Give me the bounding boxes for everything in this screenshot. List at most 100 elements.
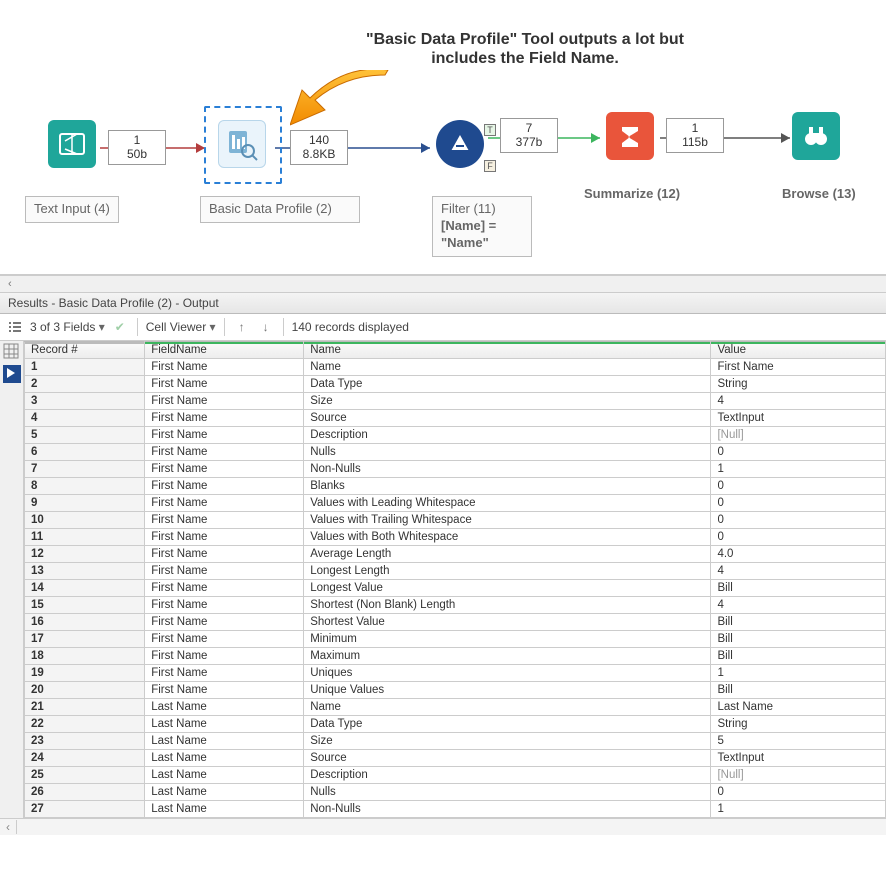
cell-fieldname[interactable]: First Name xyxy=(145,665,304,682)
table-row[interactable]: 21Last NameNameLast Name xyxy=(25,699,886,716)
col-value[interactable]: Value xyxy=(711,342,886,359)
table-row[interactable]: 10First NameValues with Trailing Whitesp… xyxy=(25,512,886,529)
cell-fieldname[interactable]: Last Name xyxy=(145,750,304,767)
cell-fieldname[interactable]: First Name xyxy=(145,461,304,478)
cell-name[interactable]: Unique Values xyxy=(304,682,711,699)
arrow-down-icon[interactable]: ↓ xyxy=(257,318,275,336)
cell-fieldname[interactable]: First Name xyxy=(145,529,304,546)
results-grid[interactable]: Record # FieldName Name Value 1First Nam… xyxy=(24,341,886,818)
cell-viewer-dropdown[interactable]: Cell Viewer xyxy=(146,320,216,334)
table-row[interactable]: 26Last NameNulls0 xyxy=(25,784,886,801)
cell-name[interactable]: Nulls xyxy=(304,444,711,461)
scroll-left-icon[interactable]: ‹ xyxy=(0,278,20,290)
cell-name[interactable]: Values with Both Whitespace xyxy=(304,529,711,546)
fields-dropdown[interactable]: 3 of 3 Fields xyxy=(30,320,105,334)
table-row[interactable]: 2First NameData TypeString xyxy=(25,376,886,393)
results-horizontal-scroll[interactable]: ‹ xyxy=(0,818,886,835)
cell-value[interactable]: TextInput xyxy=(711,410,886,427)
cell-name[interactable]: Longest Value xyxy=(304,580,711,597)
cell-name[interactable]: Description xyxy=(304,767,711,784)
cell-fieldname[interactable]: First Name xyxy=(145,546,304,563)
cell-name[interactable]: Description xyxy=(304,427,711,444)
table-row[interactable]: 15First NameShortest (Non Blank) Length4 xyxy=(25,597,886,614)
list-icon[interactable] xyxy=(6,318,24,336)
cell-value[interactable]: 1 xyxy=(711,801,886,818)
table-row[interactable]: 5First NameDescription[Null] xyxy=(25,427,886,444)
tool-summarize[interactable] xyxy=(606,112,654,160)
table-row[interactable]: 23Last NameSize5 xyxy=(25,733,886,750)
cell-name[interactable]: Values with Leading Whitespace xyxy=(304,495,711,512)
cell-fieldname[interactable]: First Name xyxy=(145,614,304,631)
cell-name[interactable]: Minimum xyxy=(304,631,711,648)
cell-value[interactable]: Last Name xyxy=(711,699,886,716)
cell-fieldname[interactable]: First Name xyxy=(145,359,304,376)
cell-name[interactable]: Uniques xyxy=(304,665,711,682)
cell-name[interactable]: Shortest (Non Blank) Length xyxy=(304,597,711,614)
cell-value[interactable]: 4 xyxy=(711,597,886,614)
table-row[interactable]: 18First NameMaximumBill xyxy=(25,648,886,665)
table-row[interactable]: 19First NameUniques1 xyxy=(25,665,886,682)
cell-fieldname[interactable]: Last Name xyxy=(145,767,304,784)
cell-fieldname[interactable]: First Name xyxy=(145,682,304,699)
cell-fieldname[interactable]: Last Name xyxy=(145,699,304,716)
cell-name[interactable]: Name xyxy=(304,359,711,376)
cell-name[interactable]: Data Type xyxy=(304,716,711,733)
cell-name[interactable]: Nulls xyxy=(304,784,711,801)
table-row[interactable]: 24Last NameSourceTextInput xyxy=(25,750,886,767)
cell-value[interactable]: String xyxy=(711,716,886,733)
table-row[interactable]: 27Last NameNon-Nulls1 xyxy=(25,801,886,818)
cell-fieldname[interactable]: First Name xyxy=(145,580,304,597)
cell-value[interactable]: [Null] xyxy=(711,767,886,784)
arrow-up-icon[interactable]: ↑ xyxy=(233,318,251,336)
cell-name[interactable]: Non-Nulls xyxy=(304,461,711,478)
table-row[interactable]: 9First NameValues with Leading Whitespac… xyxy=(25,495,886,512)
cell-fieldname[interactable]: First Name xyxy=(145,376,304,393)
cell-name[interactable]: Source xyxy=(304,410,711,427)
cell-value[interactable]: Bill xyxy=(711,682,886,699)
cell-fieldname[interactable]: First Name xyxy=(145,597,304,614)
table-row[interactable]: 17First NameMinimumBill xyxy=(25,631,886,648)
cell-name[interactable]: Data Type xyxy=(304,376,711,393)
tool-browse[interactable] xyxy=(792,112,840,160)
cell-value[interactable]: 5 xyxy=(711,733,886,750)
cell-fieldname[interactable]: First Name xyxy=(145,563,304,580)
table-row[interactable]: 8First NameBlanks0 xyxy=(25,478,886,495)
table-row[interactable]: 3First NameSize4 xyxy=(25,393,886,410)
cell-name[interactable]: Non-Nulls xyxy=(304,801,711,818)
cell-name[interactable]: Blanks xyxy=(304,478,711,495)
cell-fieldname[interactable]: First Name xyxy=(145,648,304,665)
table-row[interactable]: 12First NameAverage Length4.0 xyxy=(25,546,886,563)
table-row[interactable]: 25Last NameDescription[Null] xyxy=(25,767,886,784)
tool-filter[interactable] xyxy=(436,120,484,168)
cell-value[interactable]: 0 xyxy=(711,444,886,461)
cell-value[interactable]: First Name xyxy=(711,359,886,376)
cell-value[interactable]: Bill xyxy=(711,631,886,648)
table-row[interactable]: 6First NameNulls0 xyxy=(25,444,886,461)
col-name[interactable]: Name xyxy=(304,342,711,359)
cell-value[interactable]: 4 xyxy=(711,393,886,410)
cell-name[interactable]: Size xyxy=(304,393,711,410)
table-row[interactable]: 16First NameShortest ValueBill xyxy=(25,614,886,631)
cell-fieldname[interactable]: Last Name xyxy=(145,801,304,818)
cell-value[interactable]: 0 xyxy=(711,478,886,495)
cell-value[interactable]: Bill xyxy=(711,580,886,597)
cell-value[interactable]: String xyxy=(711,376,886,393)
cell-fieldname[interactable]: Last Name xyxy=(145,733,304,750)
cell-value[interactable]: 0 xyxy=(711,784,886,801)
cell-value[interactable]: 0 xyxy=(711,495,886,512)
tool-text-input[interactable] xyxy=(48,120,96,168)
table-row[interactable]: 20First NameUnique ValuesBill xyxy=(25,682,886,699)
table-row[interactable]: 22Last NameData TypeString xyxy=(25,716,886,733)
cell-value[interactable]: [Null] xyxy=(711,427,886,444)
table-row[interactable]: 14First NameLongest ValueBill xyxy=(25,580,886,597)
cell-fieldname[interactable]: First Name xyxy=(145,631,304,648)
table-row[interactable]: 13First NameLongest Length4 xyxy=(25,563,886,580)
cell-value[interactable]: TextInput xyxy=(711,750,886,767)
cell-fieldname[interactable]: First Name xyxy=(145,512,304,529)
table-row[interactable]: 11First NameValues with Both Whitespace0 xyxy=(25,529,886,546)
cell-name[interactable]: Longest Length xyxy=(304,563,711,580)
cell-name[interactable]: Values with Trailing Whitespace xyxy=(304,512,711,529)
table-row[interactable]: 1First NameNameFirst Name xyxy=(25,359,886,376)
cell-value[interactable]: 1 xyxy=(711,461,886,478)
cell-value[interactable]: 0 xyxy=(711,529,886,546)
